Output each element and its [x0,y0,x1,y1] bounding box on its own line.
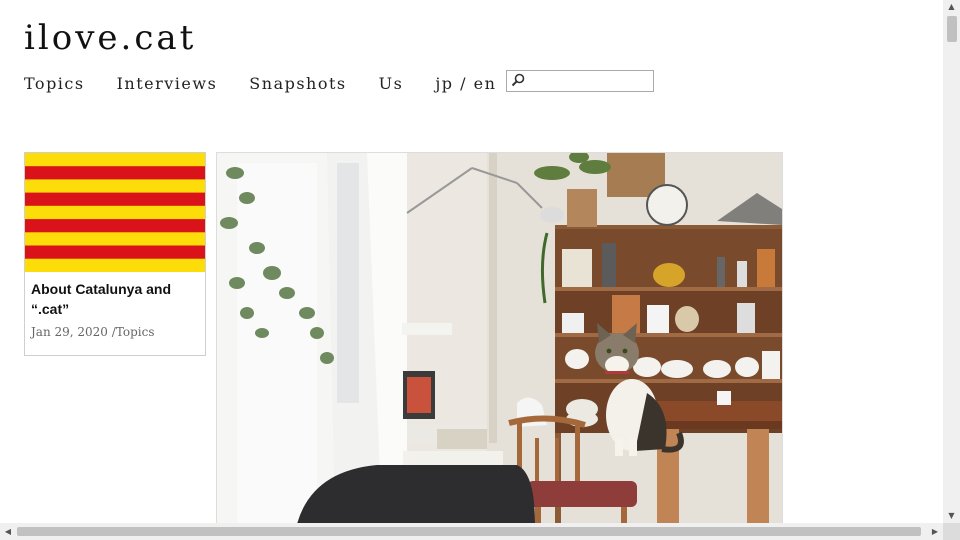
nav-interviews[interactable]: Interviews [117,74,218,93]
horizontal-scroll-thumb[interactable] [17,527,921,536]
post-card[interactable]: About Catalunya and “.cat” Jan 29, 2020 … [24,152,206,356]
vertical-scroll-thumb[interactable] [947,16,957,42]
nav-language-switch[interactable]: jp / en [435,74,496,93]
vertical-scrollbar[interactable]: ▲ ▼ [943,0,960,523]
nav-us[interactable]: Us [379,74,404,93]
scrollbar-corner [943,523,960,540]
post-category-link[interactable]: Topics [116,325,155,339]
nav-topics[interactable]: Topics [24,74,85,93]
main-nav: Topics Interviews Snapshots Us jp / en [24,74,528,93]
search-box[interactable] [506,70,654,92]
horizontal-scrollbar[interactable]: ◀ ▶ [0,523,943,540]
search-icon [511,73,525,87]
search-input[interactable] [527,72,649,88]
scroll-up-arrow-icon[interactable]: ▲ [943,0,960,14]
post-title[interactable]: About Catalunya and “.cat” [31,279,199,319]
page-viewport: ilove.cat Topics Interviews Snapshots Us… [0,0,943,523]
scroll-down-arrow-icon[interactable]: ▼ [943,509,960,523]
post-date: Jan 29, 2020 [31,325,108,339]
nav-snapshots[interactable]: Snapshots [249,74,346,93]
site-logo[interactable]: ilove.cat [24,18,196,58]
scroll-right-arrow-icon[interactable]: ▶ [927,523,943,540]
post-meta: Jan 29, 2020 /Topics [31,325,155,339]
cat-kitchen-photo [217,153,782,523]
catalan-flag-image[interactable] [25,153,205,272]
scroll-left-arrow-icon[interactable]: ◀ [0,523,16,540]
featured-photo[interactable] [216,152,783,523]
